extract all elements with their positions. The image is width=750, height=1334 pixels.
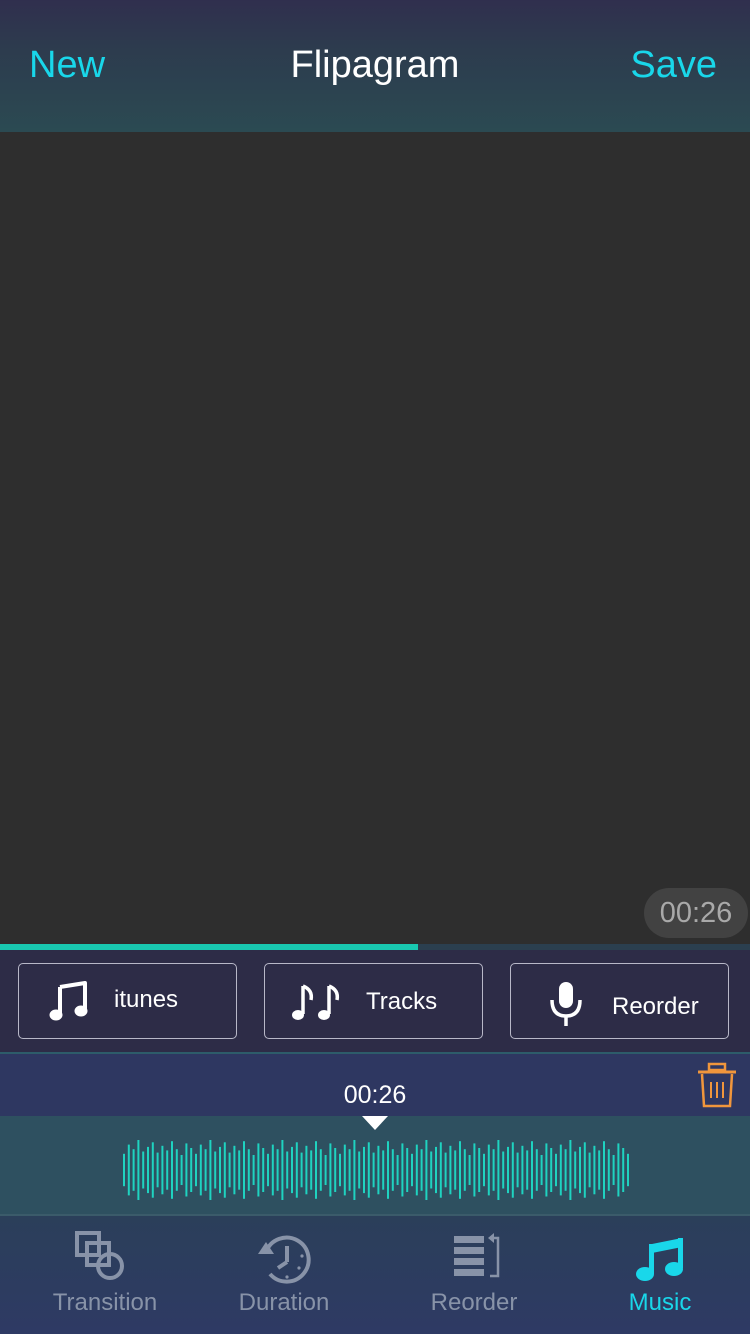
top-nav-bar: Flipagram New Save — [0, 0, 750, 132]
duration-badge: 00:26 — [644, 888, 748, 938]
music-note-icon — [636, 1238, 683, 1281]
tab-reorder[interactable]: Reorder — [414, 1216, 534, 1334]
double-music-note-icon — [292, 984, 340, 1020]
bottom-tab-bar: Transition Duration Reorder Music — [0, 1214, 750, 1334]
audio-waveform[interactable] — [0, 1116, 750, 1214]
playhead-marker[interactable] — [362, 1116, 388, 1130]
trash-icon[interactable] — [696, 1062, 738, 1108]
clock-icon — [258, 1235, 311, 1284]
video-preview[interactable] — [0, 132, 750, 944]
tab-label: Duration — [238, 1289, 330, 1316]
tab-music[interactable]: Music — [610, 1216, 710, 1334]
music-source-bar: itunes Tracks Reorder — [0, 950, 750, 1052]
new-button[interactable]: New — [29, 42, 105, 88]
record-button[interactable]: Reorder — [510, 963, 729, 1039]
tracks-label: Tracks — [366, 988, 438, 1015]
tab-label: Reorder — [430, 1289, 518, 1316]
tab-duration[interactable]: Duration — [224, 1216, 344, 1334]
microphone-icon — [550, 982, 582, 1026]
timeline-header: 00:26 — [0, 1052, 750, 1116]
music-note-icon — [49, 981, 88, 1021]
tracks-button[interactable]: Tracks — [264, 963, 483, 1039]
current-time: 00:26 — [343, 1081, 407, 1109]
tab-transition[interactable]: Transition — [34, 1216, 176, 1334]
reorder-list-icon — [454, 1233, 500, 1278]
reorder-label: Reorder — [612, 993, 699, 1020]
tab-label: Music — [628, 1289, 692, 1316]
audio-waveform-track[interactable] — [0, 1116, 750, 1214]
transition-shapes-icon — [75, 1231, 124, 1280]
itunes-label: itunes — [114, 986, 179, 1013]
save-button[interactable]: Save — [630, 42, 717, 88]
itunes-button[interactable]: itunes — [18, 963, 237, 1039]
tab-label: Transition — [52, 1289, 158, 1316]
